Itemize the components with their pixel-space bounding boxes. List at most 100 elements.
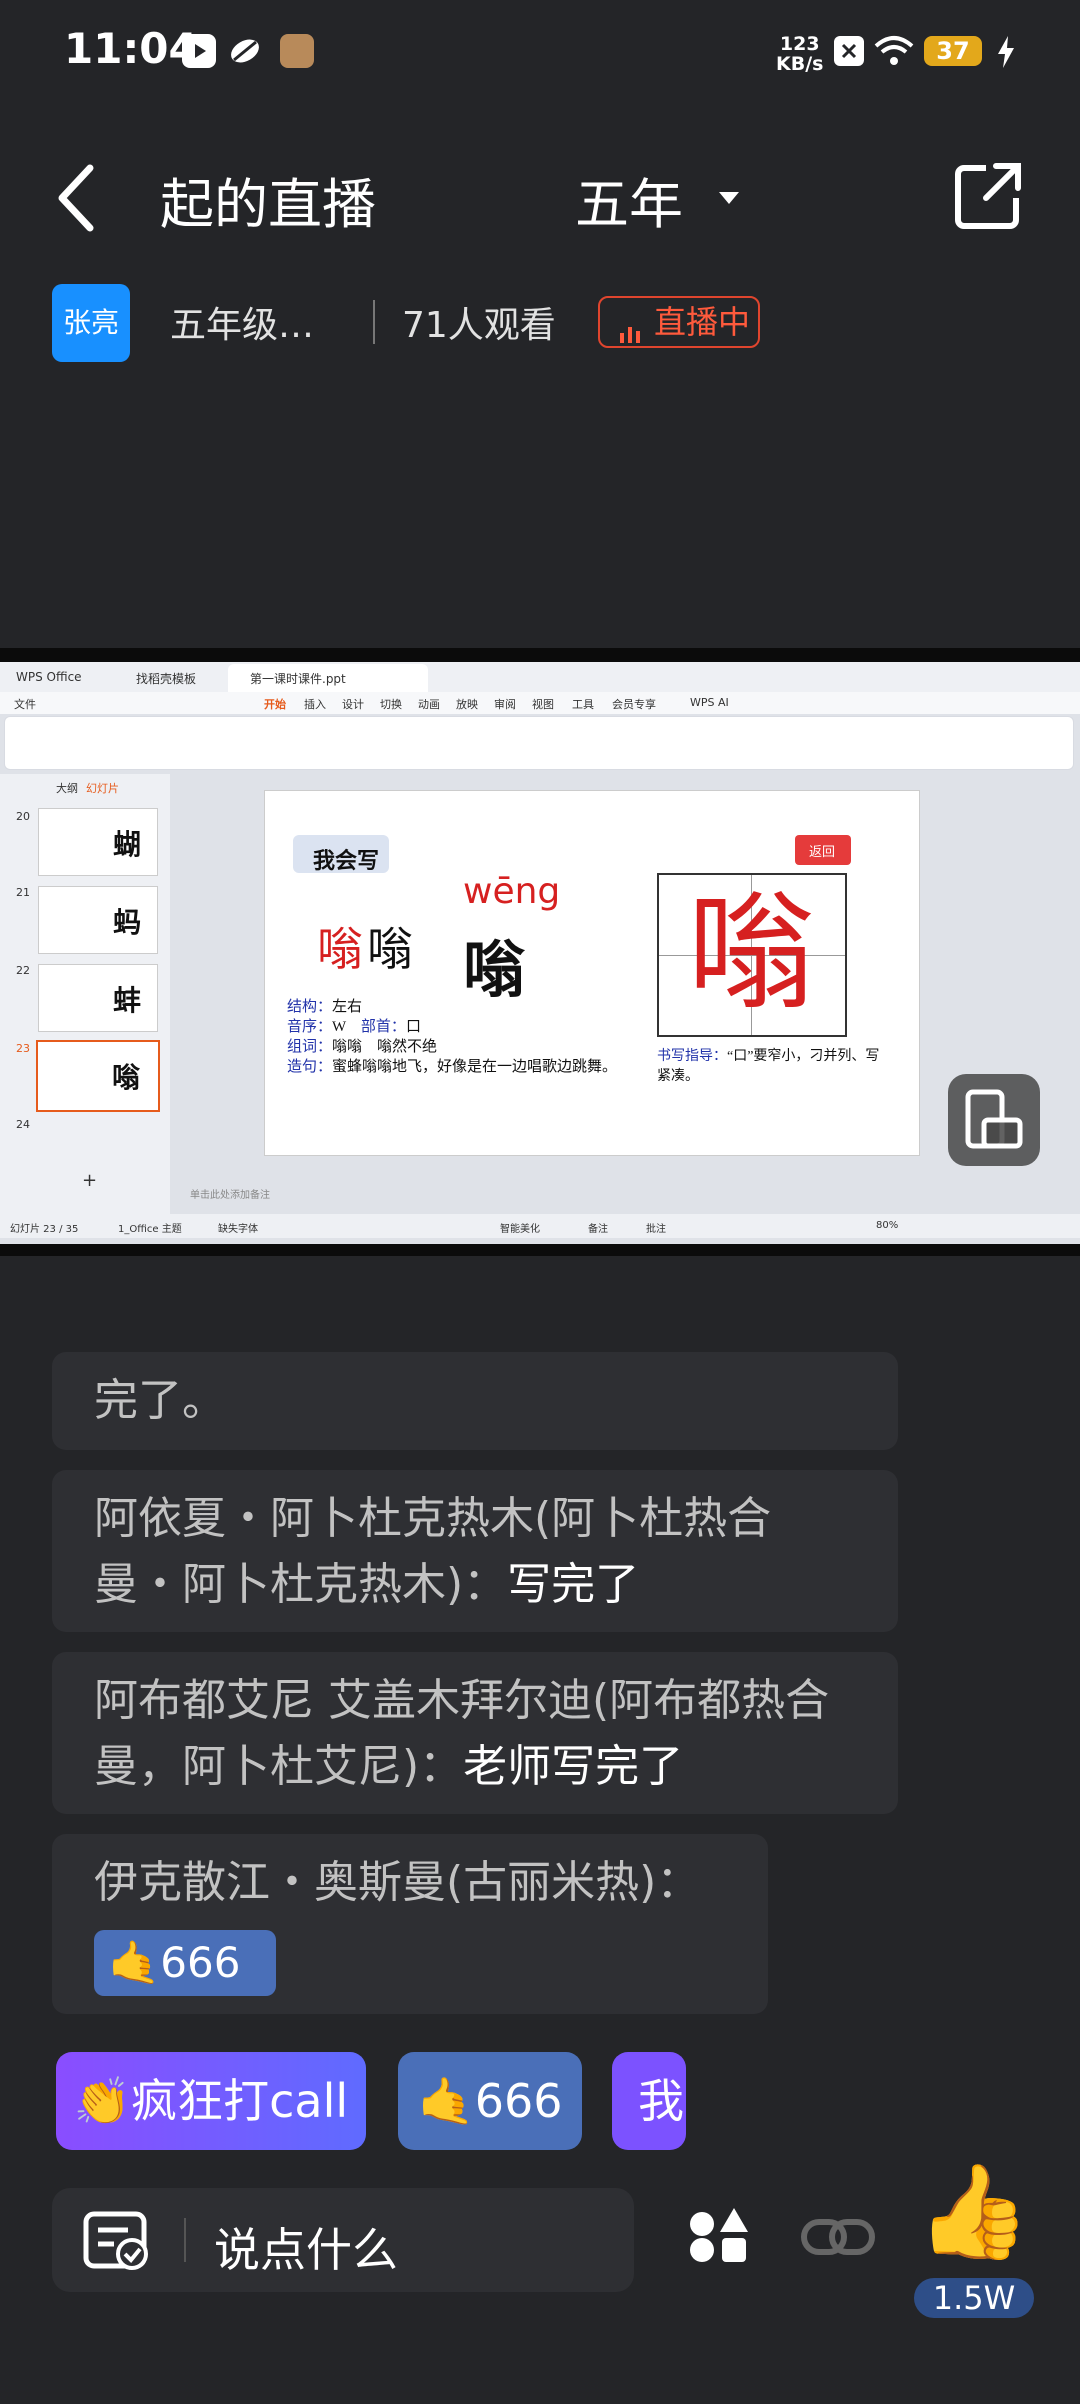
- thumb-number: 22: [16, 964, 30, 977]
- menu-view[interactable]: 视图: [532, 696, 554, 712]
- smart-beautify[interactable]: 智能美化: [500, 1220, 540, 1235]
- menu-insert[interactable]: 插入: [304, 696, 326, 712]
- live-status-badge: 直播中: [598, 296, 760, 348]
- chat-message: 伊克散江・奥斯曼(古丽米热)： 🤙666: [52, 1834, 768, 2014]
- chat-message: 阿依夏・阿卜杜克热木(阿卜杜热合曼・阿卜杜克热木)：写完了: [52, 1470, 898, 1632]
- chevron-down-icon: [717, 190, 741, 210]
- divider: [373, 300, 375, 344]
- menu-tools[interactable]: 工具: [572, 696, 594, 712]
- info-value: 嗡嗡 嗡然不绝: [332, 1039, 438, 1055]
- clap-emoji-icon: 👏: [73, 2074, 132, 2128]
- chat-author: 伊克散江・奥斯曼(古丽米热)：: [94, 1857, 701, 1908]
- chip-label: 我: [638, 2074, 684, 2128]
- outline-tab[interactable]: 大纲: [56, 780, 78, 796]
- template-tab[interactable]: 找稻壳模板: [136, 670, 196, 687]
- chip-label: 疯狂打call: [131, 2074, 349, 2128]
- live-video[interactable]: WPS Office 找稻壳模板 第一课时课件.ppt 文件 开始 插入 设计 …: [0, 648, 1080, 1256]
- writing-grid: 嗡: [657, 873, 847, 1037]
- wps-status-bar: 幻灯片 23 / 35 1_Office 主题 缺失字体 智能美化 备注 批注 …: [0, 1214, 1080, 1238]
- grade-dropdown[interactable]: 五年: [575, 160, 739, 239]
- menu-file[interactable]: 文件: [14, 696, 36, 712]
- wps-menu-bar: 文件 开始 插入 设计 切换 动画 放映 审阅 视图 工具 会员专享 WPS A…: [0, 692, 1080, 714]
- grade-dropdown-label: 五年: [575, 173, 683, 236]
- charging-icon: [996, 36, 1016, 72]
- wps-tab-bar: WPS Office 找稻壳模板 第一课时课件.ppt: [0, 662, 1080, 692]
- char-big: 嗡: [463, 933, 526, 1006]
- menu-member[interactable]: 会员专享: [612, 696, 656, 712]
- slide-canvas[interactable]: 我会写 返回 wēng 嗡 嗡 嗡 嗡 结构：左右 音序：W 部首：口 组词：嗡…: [264, 790, 920, 1156]
- like-button[interactable]: 👍: [916, 2162, 1031, 2262]
- class-name[interactable]: 五年级…: [170, 296, 314, 348]
- menu-design[interactable]: 设计: [342, 696, 364, 712]
- network-speed: 123 KB/s: [776, 33, 824, 75]
- info-label: 组词：: [287, 1039, 333, 1055]
- slide-heading-box: 我会写: [293, 835, 389, 874]
- apps-icon[interactable]: [688, 2206, 750, 2272]
- screen-share: WPS Office 找稻壳模板 第一课时课件.ppt 文件 开始 插入 设计 …: [0, 662, 1080, 1244]
- slide-thumbnail-panel: 大纲 幻灯片 20 21 22 23 24 蝴 蚂 蚌 嗡 +: [0, 774, 170, 1214]
- thumb-char: 蚌: [113, 984, 142, 1017]
- no-sim-icon: [834, 36, 864, 66]
- chat-text: 写完了: [507, 1559, 640, 1610]
- wifi-icon: [874, 34, 914, 72]
- slide-heading: 我会写: [313, 849, 380, 874]
- back-button[interactable]: [52, 158, 102, 238]
- wps-tab[interactable]: WPS Office: [16, 670, 82, 684]
- menu-transition[interactable]: 切换: [380, 696, 402, 712]
- link-icon[interactable]: [800, 2206, 876, 2272]
- menu-slideshow[interactable]: 放映: [456, 696, 478, 712]
- slides-tab[interactable]: 幻灯片: [86, 780, 119, 796]
- char-red: 嗡: [317, 922, 363, 976]
- slide-thumbnail[interactable]: 蝴: [38, 808, 158, 876]
- menu-review[interactable]: 审阅: [494, 696, 516, 712]
- thumb-number: 23: [16, 1042, 30, 1055]
- info-label: 部首：: [360, 1019, 406, 1035]
- zoom-level[interactable]: 80%: [876, 1220, 898, 1231]
- info-value: 口: [405, 1019, 421, 1035]
- slide-thumbnail[interactable]: 蚌: [38, 964, 158, 1032]
- ribbon-toolbar[interactable]: [4, 716, 1074, 770]
- menu-home[interactable]: 开始: [264, 696, 286, 712]
- host-avatar[interactable]: 张亮: [52, 284, 130, 362]
- comments-toggle[interactable]: 批注: [646, 1220, 666, 1235]
- chat-text: 完了。: [94, 1375, 226, 1426]
- chat-message: 完了。: [52, 1352, 898, 1450]
- chat-text: 666: [160, 1938, 241, 1987]
- thumb-number: 24: [16, 1118, 30, 1131]
- hand-emoji-icon: 🤙: [417, 2074, 475, 2128]
- info-value: 蜜蜂嗡嗡地飞，好像是在一边唱歌边跳舞。: [332, 1059, 618, 1075]
- return-label: 返回: [809, 845, 836, 860]
- return-button[interactable]: 返回: [795, 835, 851, 865]
- quick-reply-chip[interactable]: 👏疯狂打call: [56, 2052, 366, 2150]
- game-app-icon: [280, 34, 314, 68]
- quick-reply-chip[interactable]: 🤙666: [398, 2052, 582, 2150]
- char-grid: 嗡: [687, 879, 816, 1028]
- thumb-number: 20: [16, 810, 30, 823]
- slide-thumbnail[interactable]: 蚂: [38, 886, 158, 954]
- live-bars-icon: [618, 310, 642, 358]
- notes-placeholder[interactable]: 单击此处添加备注: [190, 1186, 270, 1201]
- chat-author: 阿依夏・阿卜杜克热木(阿卜杜热合曼・阿卜杜克热木)：: [94, 1493, 772, 1610]
- share-button[interactable]: [950, 158, 1026, 234]
- quick-reply-chip[interactable]: 我: [612, 2052, 686, 2150]
- info-value: W: [332, 1019, 346, 1035]
- missing-font[interactable]: 缺失字体: [218, 1220, 258, 1235]
- ppt-tab[interactable]: 第一课时课件.ppt: [228, 664, 428, 692]
- slide-thumbnail-selected[interactable]: 嗡: [36, 1040, 160, 1112]
- hand-emoji-icon: 🤙: [108, 1938, 161, 1987]
- like-count: 1.5W: [914, 2278, 1034, 2318]
- checklist-icon[interactable]: [82, 2210, 152, 2276]
- info-value: 左右: [332, 999, 363, 1015]
- writing-guide: 书写指导：“口”要窄小，刁并列、写紧凑。: [657, 1047, 887, 1087]
- char-info: 结构：左右 音序：W 部首：口 组词：嗡嗡 嗡然不绝 造句：蜜蜂嗡嗡地飞，好像是…: [287, 997, 627, 1077]
- pinyin: wēng: [463, 871, 561, 912]
- remarks-toggle[interactable]: 备注: [588, 1220, 608, 1235]
- rotate-screen-button[interactable]: [948, 1074, 1040, 1166]
- status-bar: 11:04 123 KB/s 37: [0, 0, 1080, 110]
- menu-animation[interactable]: 动画: [418, 696, 440, 712]
- menu-wps-ai[interactable]: WPS AI: [690, 696, 729, 709]
- leaf-app-icon: [228, 34, 262, 68]
- add-slide-icon[interactable]: +: [82, 1170, 97, 1191]
- char-outline: 嗡: [367, 922, 413, 976]
- live-badge-label: 直播中: [654, 303, 751, 341]
